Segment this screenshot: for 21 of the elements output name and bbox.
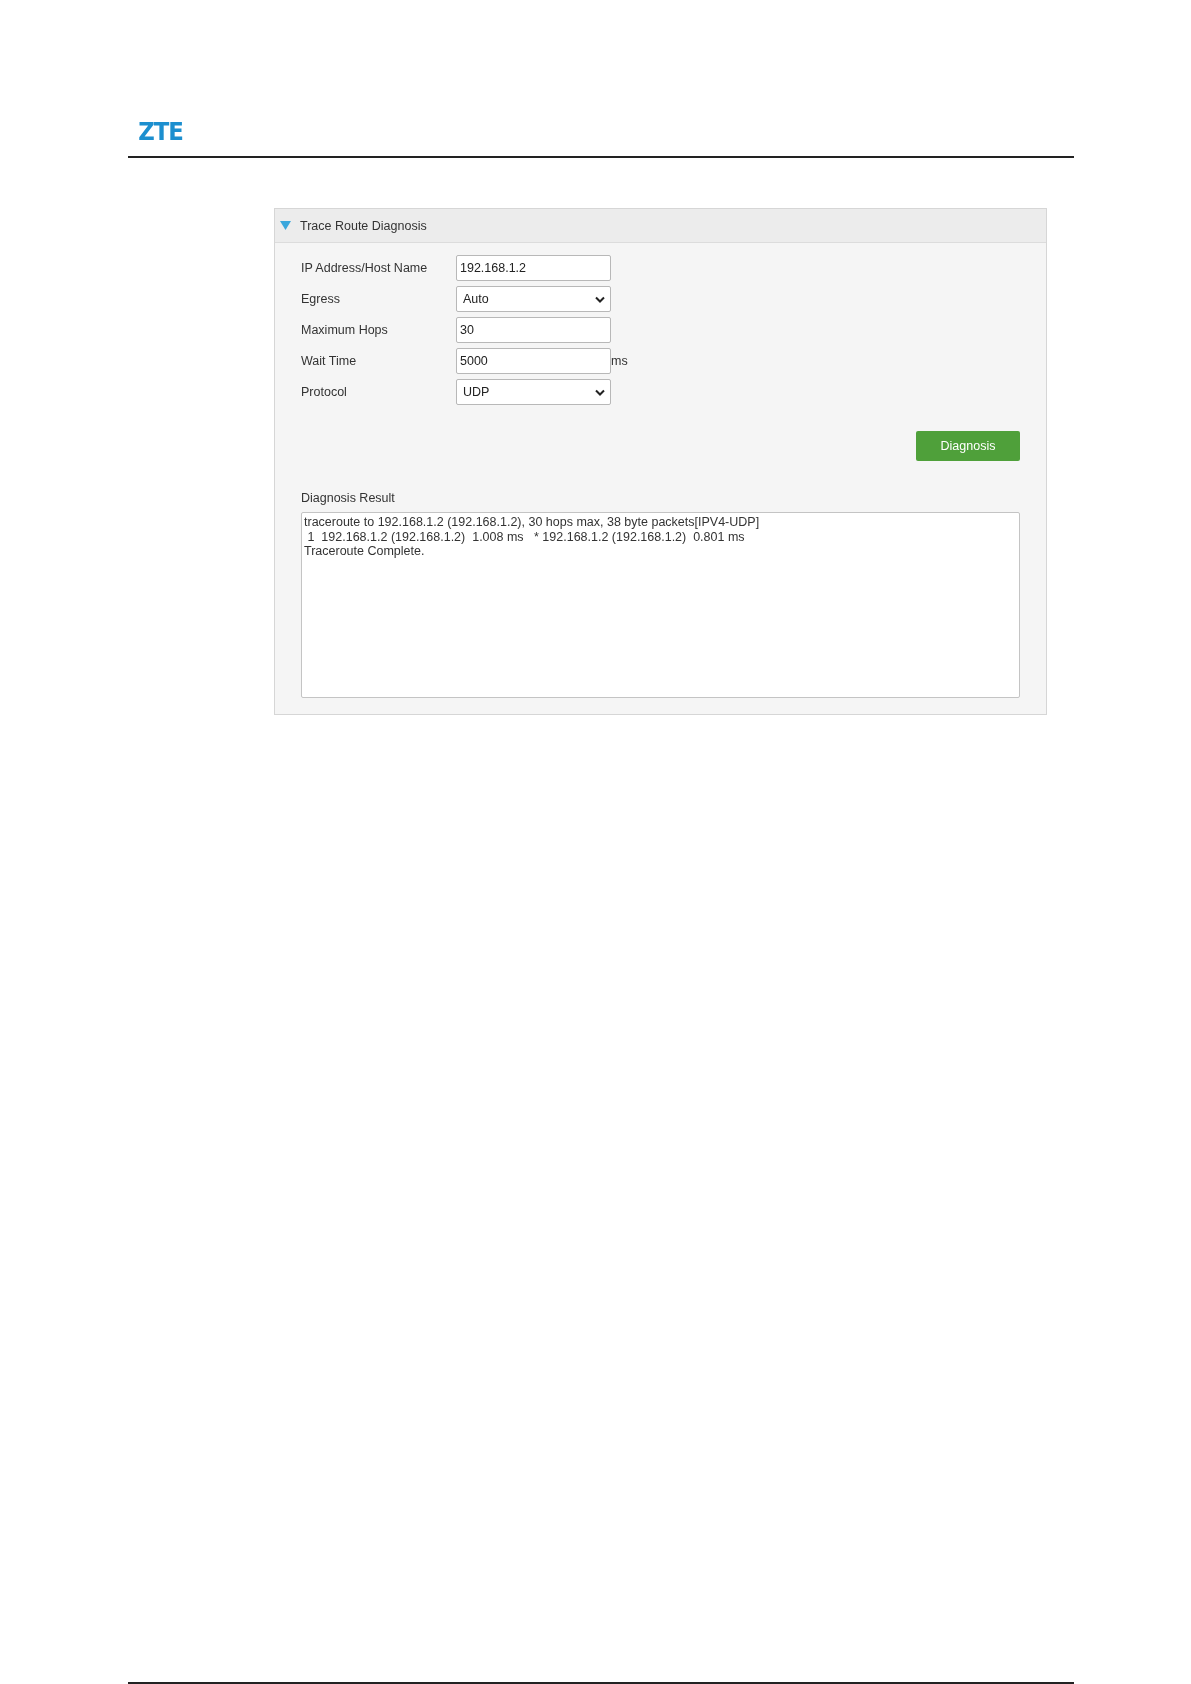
field-label: Wait Time [301, 354, 358, 368]
field-label: Maximum Hops [301, 323, 389, 337]
collapse-triangle-icon[interactable] [280, 221, 291, 230]
logo: ZTE [138, 118, 183, 146]
result-line: Traceroute Complete. [304, 544, 426, 559]
field-label: Protocol [301, 385, 348, 399]
chevron-down-icon [595, 295, 605, 303]
result-line: 1 192.168.1.2 (192.168.1.2) 1.008 ms * 192.168.1.2 (192.168.1.2) 0.801 ms [306, 529, 746, 544]
panel-title: Trace Route Diagnosis [300, 218, 427, 233]
result-line: traceroute to 192.168.1.2 (192.168.1.2), 30 hops max, 38 byte packets[IPV4-UDP] [304, 515, 761, 530]
dropdown[interactable]: Auto [456, 286, 611, 312]
unit-label: ms [611, 354, 628, 368]
input-field[interactable]: 5000 [456, 348, 611, 374]
input-field[interactable]: 192.168.1.2 [456, 255, 611, 281]
dropdown[interactable]: UDP [456, 379, 611, 405]
result-label: Diagnosis Result [301, 491, 396, 505]
field-label: IP Address/Host Name [301, 261, 429, 275]
field-label: Egress [301, 292, 341, 306]
chevron-down-icon [595, 388, 605, 396]
panel-header[interactable]: Trace Route Diagnosis [275, 209, 1046, 243]
input-field[interactable]: 30 [456, 317, 611, 343]
